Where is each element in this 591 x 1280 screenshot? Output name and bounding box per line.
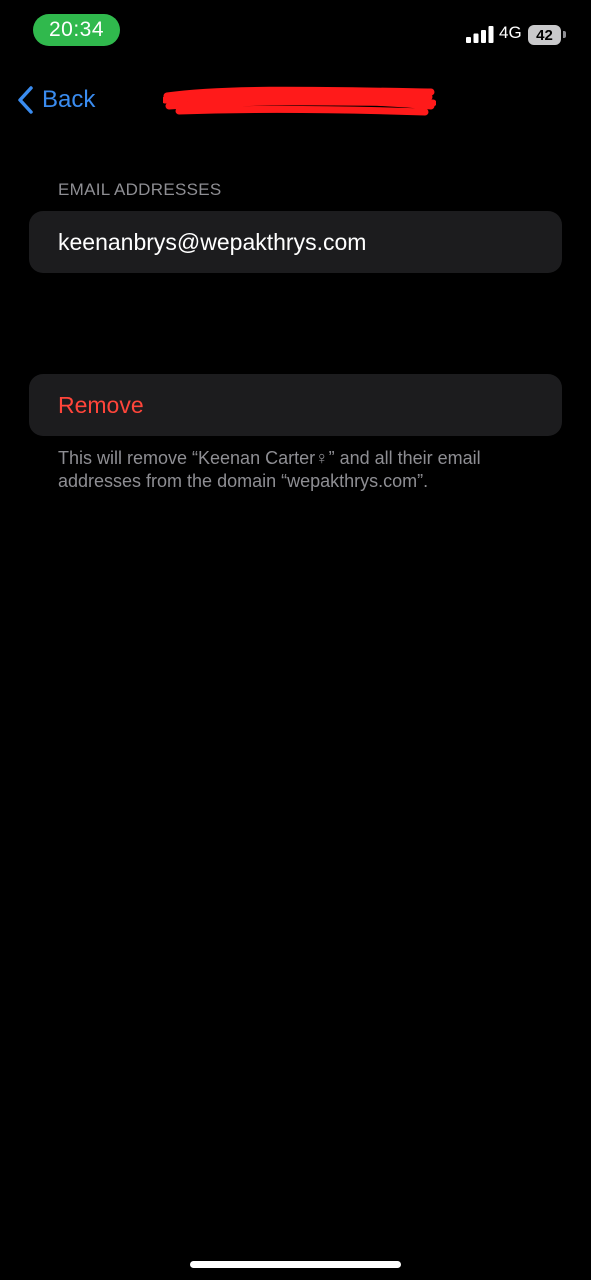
remove-button[interactable]: Remove <box>29 374 562 436</box>
back-button[interactable]: Back <box>16 84 95 116</box>
remove-footer-note: This will remove “Keenan Carter♀” and al… <box>58 448 481 491</box>
network-type: 4G <box>499 23 522 42</box>
battery-level: 42 <box>528 25 561 45</box>
email-section-header: EMAIL ADDRESSES <box>58 180 222 199</box>
back-label: Back <box>42 86 96 113</box>
chevron-left-icon <box>18 86 33 114</box>
status-time: 20:34 <box>33 14 120 46</box>
email-address-row[interactable]: keenanbrys@wepakthrys.com <box>29 211 562 273</box>
email-address: keenanbrys@wepakthrys.com <box>58 228 367 255</box>
remove-label: Remove <box>58 391 144 418</box>
redaction-scribble <box>163 86 436 116</box>
cellular-signal-icon <box>466 26 494 43</box>
battery-tip <box>563 31 566 38</box>
home-indicator[interactable] <box>190 1261 401 1268</box>
battery-icon: 42 <box>528 25 566 45</box>
